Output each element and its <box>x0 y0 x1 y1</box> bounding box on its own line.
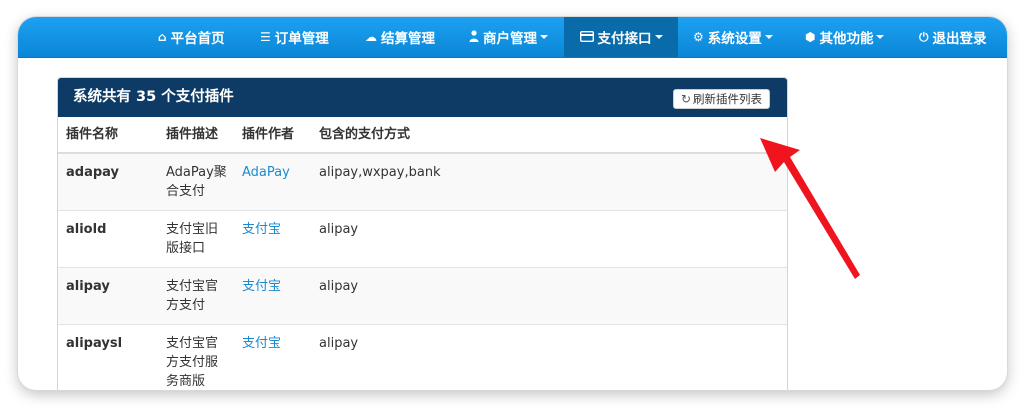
refresh-icon: ↻ <box>680 92 692 106</box>
author-link[interactable]: AdaPay <box>242 163 290 182</box>
cloud-icon: ☁ <box>365 30 377 44</box>
cell-plugin-name: aliold <box>66 222 107 237</box>
header-plugin-name: 插件名称 <box>66 127 119 142</box>
author-link[interactable]: 支付宝 <box>242 334 281 353</box>
list-icon: ☰ <box>260 30 271 44</box>
chevron-down-icon <box>876 35 885 39</box>
cell-plugin-desc: 支付宝官方支付服务商版 <box>166 336 219 389</box>
nav-orders-label: 订单管理 <box>274 31 329 47</box>
nav-logout[interactable]: ⏻ 退出登录 <box>919 17 987 57</box>
home-icon: ⌂ <box>158 30 167 44</box>
cell-plugin-name: alipaysl <box>66 336 123 351</box>
refresh-button-label: 刷新插件列表 <box>693 92 763 106</box>
chevron-down-icon <box>764 35 773 39</box>
page-title: 系统共有 35 个支付插件 <box>73 89 234 105</box>
cell-plugin-desc: AdaPay聚合支付 <box>166 165 227 199</box>
author-link[interactable]: 支付宝 <box>242 220 281 239</box>
cell-payment-methods: alipay <box>319 336 359 351</box>
nav-payment-interface-label: 支付接口 <box>597 31 652 47</box>
nav-logout-label: 退出登录 <box>932 31 987 47</box>
nav-home-label: 平台首页 <box>170 31 225 47</box>
nav-home[interactable]: ⌂ 平台首页 <box>158 17 225 57</box>
panel-header: 系统共有 35 个支付插件 ↻ 刷新插件列表 <box>58 78 787 117</box>
power-icon: ⏻ <box>919 30 929 44</box>
nav-system-settings-label: 系统设置 <box>707 31 762 47</box>
nav-settlement-label: 结算管理 <box>381 31 435 47</box>
plugin-panel: 系统共有 35 个支付插件 ↻ 刷新插件列表 插件名称 插件描述 插件作者 包含… <box>57 77 788 390</box>
cell-plugin-name: alipay <box>66 279 110 294</box>
top-navbar: ⌂ 平台首页 ☰ 订单管理 ☁ 结算管理 商户管理 支付接口 ⚙ 系统设置 ⬢ … <box>18 17 1007 58</box>
table-row: aliold 支付宝旧版接口 支付宝 alipay <box>58 211 787 268</box>
nav-payment-interface[interactable]: 支付接口 <box>564 17 678 57</box>
table-row: alipay 支付宝官方支付 支付宝 alipay <box>58 268 787 325</box>
user-icon <box>469 30 479 44</box>
nav-merchants[interactable]: 商户管理 <box>469 17 548 57</box>
refresh-plugin-list-button[interactable]: ↻ 刷新插件列表 <box>673 89 770 109</box>
cell-plugin-name: adapay <box>66 165 120 180</box>
header-payment-methods: 包含的支付方式 <box>319 127 411 142</box>
cell-payment-methods: alipay <box>319 279 359 294</box>
table-row: adapay AdaPay聚合支付 AdaPay alipay,wxpay,ba… <box>58 154 787 211</box>
credit-card-icon <box>579 30 594 44</box>
nav-merchants-label: 商户管理 <box>483 31 537 47</box>
cell-plugin-desc: 支付宝官方支付 <box>166 279 219 313</box>
author-link[interactable]: 支付宝 <box>242 277 281 296</box>
table-row: alipaysl 支付宝官方支付服务商版 支付宝 alipay <box>58 325 787 390</box>
chevron-down-icon <box>654 35 663 39</box>
header-plugin-desc: 插件描述 <box>166 127 219 142</box>
table-header: 插件名称 插件描述 插件作者 包含的支付方式 <box>58 117 787 154</box>
gear-icon: ⚙ <box>693 30 704 44</box>
nav-orders[interactable]: ☰ 订单管理 <box>260 17 329 57</box>
nav-system-settings[interactable]: ⚙ 系统设置 <box>693 17 773 57</box>
cell-payment-methods: alipay,wxpay,bank <box>319 165 441 180</box>
cube-icon: ⬢ <box>805 30 816 44</box>
nav-other-functions[interactable]: ⬢ 其他功能 <box>805 17 885 57</box>
cell-plugin-desc: 支付宝旧版接口 <box>166 222 219 256</box>
chevron-down-icon <box>540 35 548 39</box>
nav-other-functions-label: 其他功能 <box>819 31 874 47</box>
header-plugin-author: 插件作者 <box>242 127 295 142</box>
nav-settlement[interactable]: ☁ 结算管理 <box>365 17 435 57</box>
cell-payment-methods: alipay <box>319 222 359 237</box>
app-window: ⌂ 平台首页 ☰ 订单管理 ☁ 结算管理 商户管理 支付接口 ⚙ 系统设置 ⬢ … <box>18 17 1007 390</box>
